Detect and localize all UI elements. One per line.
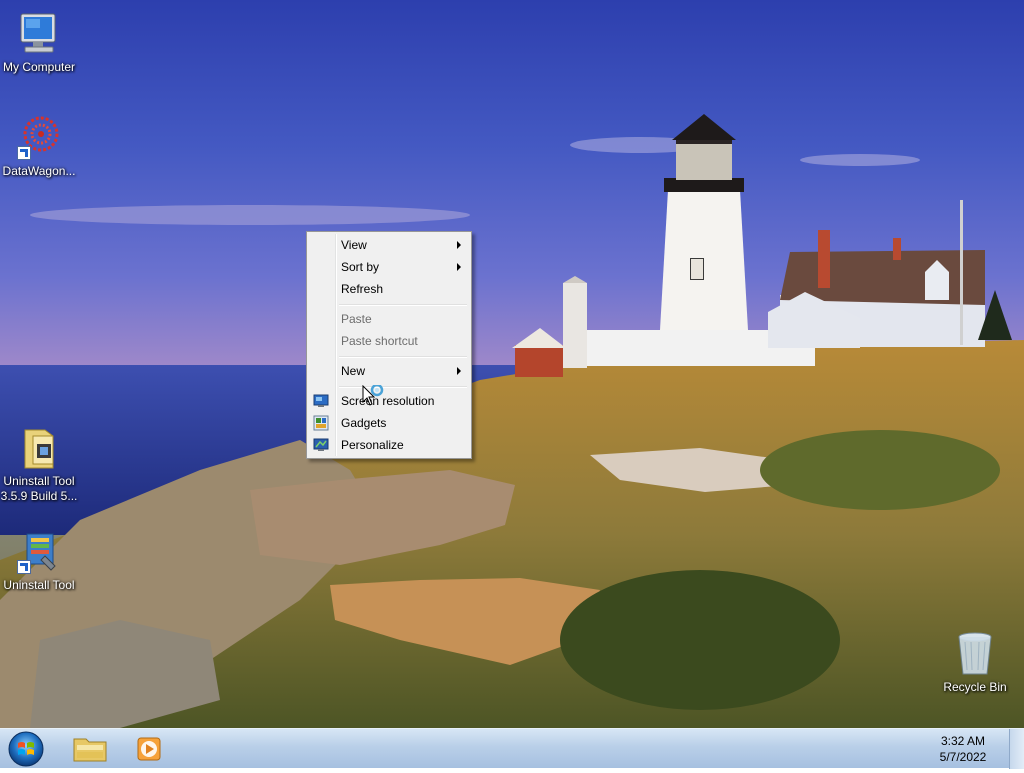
desktop-icon-my-computer[interactable]: My Computer xyxy=(0,10,81,75)
desktop-icon-label: My Computer xyxy=(2,60,76,74)
taskbar-file-explorer-button[interactable] xyxy=(66,731,114,767)
menu-item-sort-by[interactable]: Sort by xyxy=(309,256,469,278)
menu-item-label: Paste xyxy=(341,312,372,326)
clock-time: 3:32 AM xyxy=(940,734,986,748)
windows-start-icon xyxy=(8,731,44,767)
menu-item-gadgets[interactable]: Gadgets xyxy=(309,412,469,434)
menu-item-personalize[interactable]: Personalize xyxy=(309,434,469,456)
submenu-arrow-icon xyxy=(457,367,461,375)
menu-item-label: Gadgets xyxy=(341,416,387,430)
menu-item-label: Paste shortcut xyxy=(341,334,418,348)
menu-separator xyxy=(339,304,467,306)
computer-icon xyxy=(15,10,63,58)
menu-item-label: Refresh xyxy=(341,282,384,296)
start-button[interactable] xyxy=(6,730,46,768)
desktop-icon-label: Recycle Bin xyxy=(943,680,1007,694)
taskbar-media-player-button[interactable] xyxy=(126,731,174,767)
desktop-icon-uninstall-tool[interactable]: Uninstall Tool xyxy=(0,528,81,593)
desktop-icon-datawagon[interactable]: DataWagon... xyxy=(0,114,81,179)
screen-resolution-icon xyxy=(313,393,329,409)
wallpaper-lighthouse xyxy=(0,114,1024,728)
menu-item-label: Personalize xyxy=(341,438,404,452)
desktop[interactable] xyxy=(0,0,1024,728)
file-explorer-icon xyxy=(73,738,107,762)
menu-item-label: View xyxy=(341,238,367,252)
menu-item-view[interactable]: View xyxy=(309,234,469,256)
datawagon-icon xyxy=(15,114,63,162)
menu-item-paste-shortcut: Paste shortcut xyxy=(309,330,469,352)
desktop-icon-label: DataWagon... xyxy=(2,164,76,178)
system-clock[interactable]: 3:32 AM 5/7/2022 xyxy=(928,733,998,765)
folder-icon xyxy=(15,424,63,472)
submenu-arrow-icon xyxy=(457,263,461,271)
submenu-arrow-icon xyxy=(457,241,461,249)
shortcut-arrow-icon xyxy=(17,146,31,160)
clock-date: 5/7/2022 xyxy=(939,750,987,764)
menu-item-new[interactable]: New xyxy=(309,360,469,382)
menu-item-screen-resolution[interactable]: Screen resolution xyxy=(309,390,469,412)
menu-separator xyxy=(339,386,467,388)
menu-item-paste: Paste xyxy=(309,308,469,330)
gadgets-icon xyxy=(313,415,329,431)
uninstall-tool-icon xyxy=(15,528,63,576)
show-desktop-button[interactable] xyxy=(1009,729,1024,769)
media-player-icon xyxy=(137,737,161,761)
menu-item-label: New xyxy=(341,364,366,378)
menu-item-refresh[interactable]: Refresh xyxy=(309,278,469,300)
desktop-context-menu: View Sort by Refresh Paste Paste shortcu… xyxy=(306,231,472,459)
desktop-icon-label: Uninstall Tool xyxy=(3,578,75,592)
desktop-icon-recycle-bin[interactable]: Recycle Bin xyxy=(933,630,1017,695)
shortcut-arrow-icon xyxy=(17,560,31,574)
desktop-icon-label: Uninstall Tool 3.5.9 Build 5... xyxy=(0,474,78,503)
menu-separator xyxy=(339,356,467,358)
desktop-icon-uninstall-tool-folder[interactable]: Uninstall Tool 3.5.9 Build 5... xyxy=(0,424,81,504)
taskbar: 3:32 AM 5/7/2022 xyxy=(0,728,1024,769)
recycle-bin-icon xyxy=(951,630,999,678)
personalize-icon xyxy=(313,437,329,453)
menu-item-label: Sort by xyxy=(341,260,380,274)
mouse-cursor-busy-icon xyxy=(362,383,388,416)
